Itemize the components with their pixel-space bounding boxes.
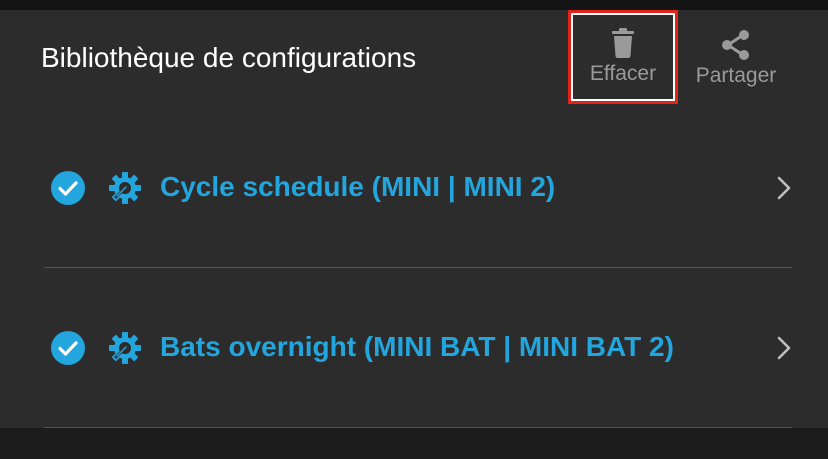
gear-icon <box>109 172 141 204</box>
list-item[interactable]: Cycle schedule (MINI | MINI 2) <box>0 108 828 268</box>
page-title: Bibliothèque de configurations <box>41 42 417 73</box>
bottom-area <box>0 428 828 459</box>
app-window: Bibliothèque de configurations Effacer P… <box>0 0 828 459</box>
chevron-right-icon <box>777 176 791 200</box>
share-label: Partager <box>695 64 777 87</box>
chevron-right-icon <box>777 336 791 360</box>
check-circle-icon <box>51 171 85 205</box>
delete-button[interactable]: Effacer <box>568 10 678 104</box>
list-item-label: Bats overnight (MINI BAT | MINI BAT 2) <box>160 331 674 362</box>
status-strip <box>0 0 828 10</box>
configuration-list: Cycle schedule (MINI | MINI 2) Bats over… <box>0 108 828 428</box>
share-button[interactable]: Partager <box>684 10 788 108</box>
delete-label: Effacer <box>589 62 657 85</box>
check-circle-icon <box>51 331 85 365</box>
share-icon <box>722 30 749 60</box>
trash-icon <box>612 28 634 58</box>
list-item[interactable]: Bats overnight (MINI BAT | MINI BAT 2) <box>0 268 828 428</box>
gear-icon <box>109 332 141 364</box>
header-bar: Bibliothèque de configurations Effacer P… <box>0 10 828 108</box>
list-item-label: Cycle schedule (MINI | MINI 2) <box>160 171 556 202</box>
